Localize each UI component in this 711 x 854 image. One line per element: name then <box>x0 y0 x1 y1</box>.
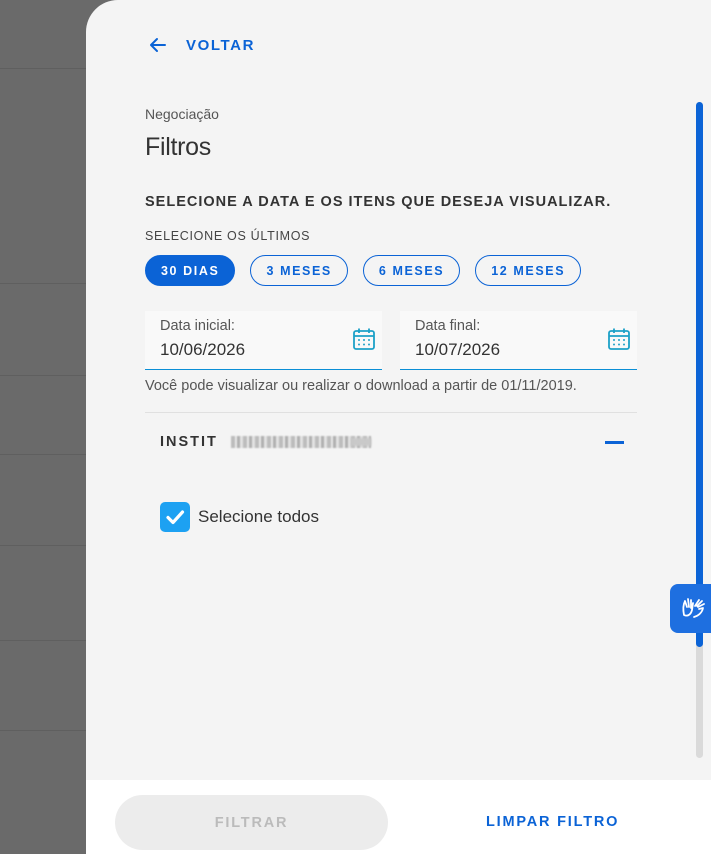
section-eyebrow: Negociação <box>145 106 219 122</box>
bg-divider <box>0 68 86 69</box>
start-date-value[interactable]: 10/06/2026 <box>160 340 245 360</box>
redacted-institution-name <box>351 438 371 446</box>
back-label: VOLTAR <box>186 36 256 54</box>
chip-30-dias[interactable]: 30 DIAS <box>145 255 236 286</box>
calendar-icon[interactable] <box>352 327 376 351</box>
end-date-value[interactable]: 10/07/2026 <box>415 340 500 360</box>
end-date-field[interactable]: Data final: 10/07/2026 <box>400 311 637 370</box>
back-button[interactable]: VOLTAR <box>148 34 255 56</box>
period-label: SELECIONE OS ÚLTIMOS <box>145 229 311 243</box>
scrollbar-thumb[interactable] <box>696 102 703 647</box>
bg-divider <box>0 545 86 546</box>
filter-drawer: VOLTAR Negociação Filtros SELECIONE A DA… <box>86 0 711 854</box>
check-icon <box>166 510 185 525</box>
instruction-text: SELECIONE A DATA E OS ITENS QUE DESEJA V… <box>145 194 612 210</box>
clear-filter-button[interactable]: LIMPAR FILTRO <box>486 814 619 830</box>
institution-section-title: INSTIT <box>160 434 218 450</box>
accessibility-sign-language-button[interactable] <box>670 584 711 633</box>
hand-sign-icon <box>682 598 705 618</box>
bg-divider <box>0 454 86 455</box>
start-date-label: Data inicial: <box>160 318 235 334</box>
end-date-label: Data final: <box>415 318 481 334</box>
filter-button[interactable]: FILTRAR <box>115 795 388 850</box>
chip-12-meses[interactable]: 12 MESES <box>475 255 582 286</box>
bg-divider <box>0 730 86 731</box>
page-title: Filtros <box>145 133 211 161</box>
start-date-field[interactable]: Data inicial: 10/06/2026 <box>145 311 382 370</box>
section-divider <box>145 412 637 413</box>
chip-3-meses[interactable]: 3 MESES <box>250 255 348 286</box>
calendar-icon[interactable] <box>607 327 631 351</box>
redacted-institution-name <box>231 436 371 448</box>
date-range-hint: Você pode visualizar ou realizar o downl… <box>145 378 577 394</box>
minus-icon[interactable] <box>605 441 624 444</box>
select-all-label[interactable]: Selecione todos <box>198 507 319 527</box>
bg-divider <box>0 283 86 284</box>
drawer-footer: FILTRAR LIMPAR FILTRO <box>86 780 711 854</box>
period-chip-group: 30 DIAS 3 MESES 6 MESES 12 MESES <box>145 255 582 286</box>
bg-divider <box>0 640 86 641</box>
select-all-checkbox[interactable] <box>160 502 190 532</box>
chip-6-meses[interactable]: 6 MESES <box>362 255 461 286</box>
arrow-left-icon <box>150 38 166 52</box>
bg-divider <box>0 375 86 376</box>
